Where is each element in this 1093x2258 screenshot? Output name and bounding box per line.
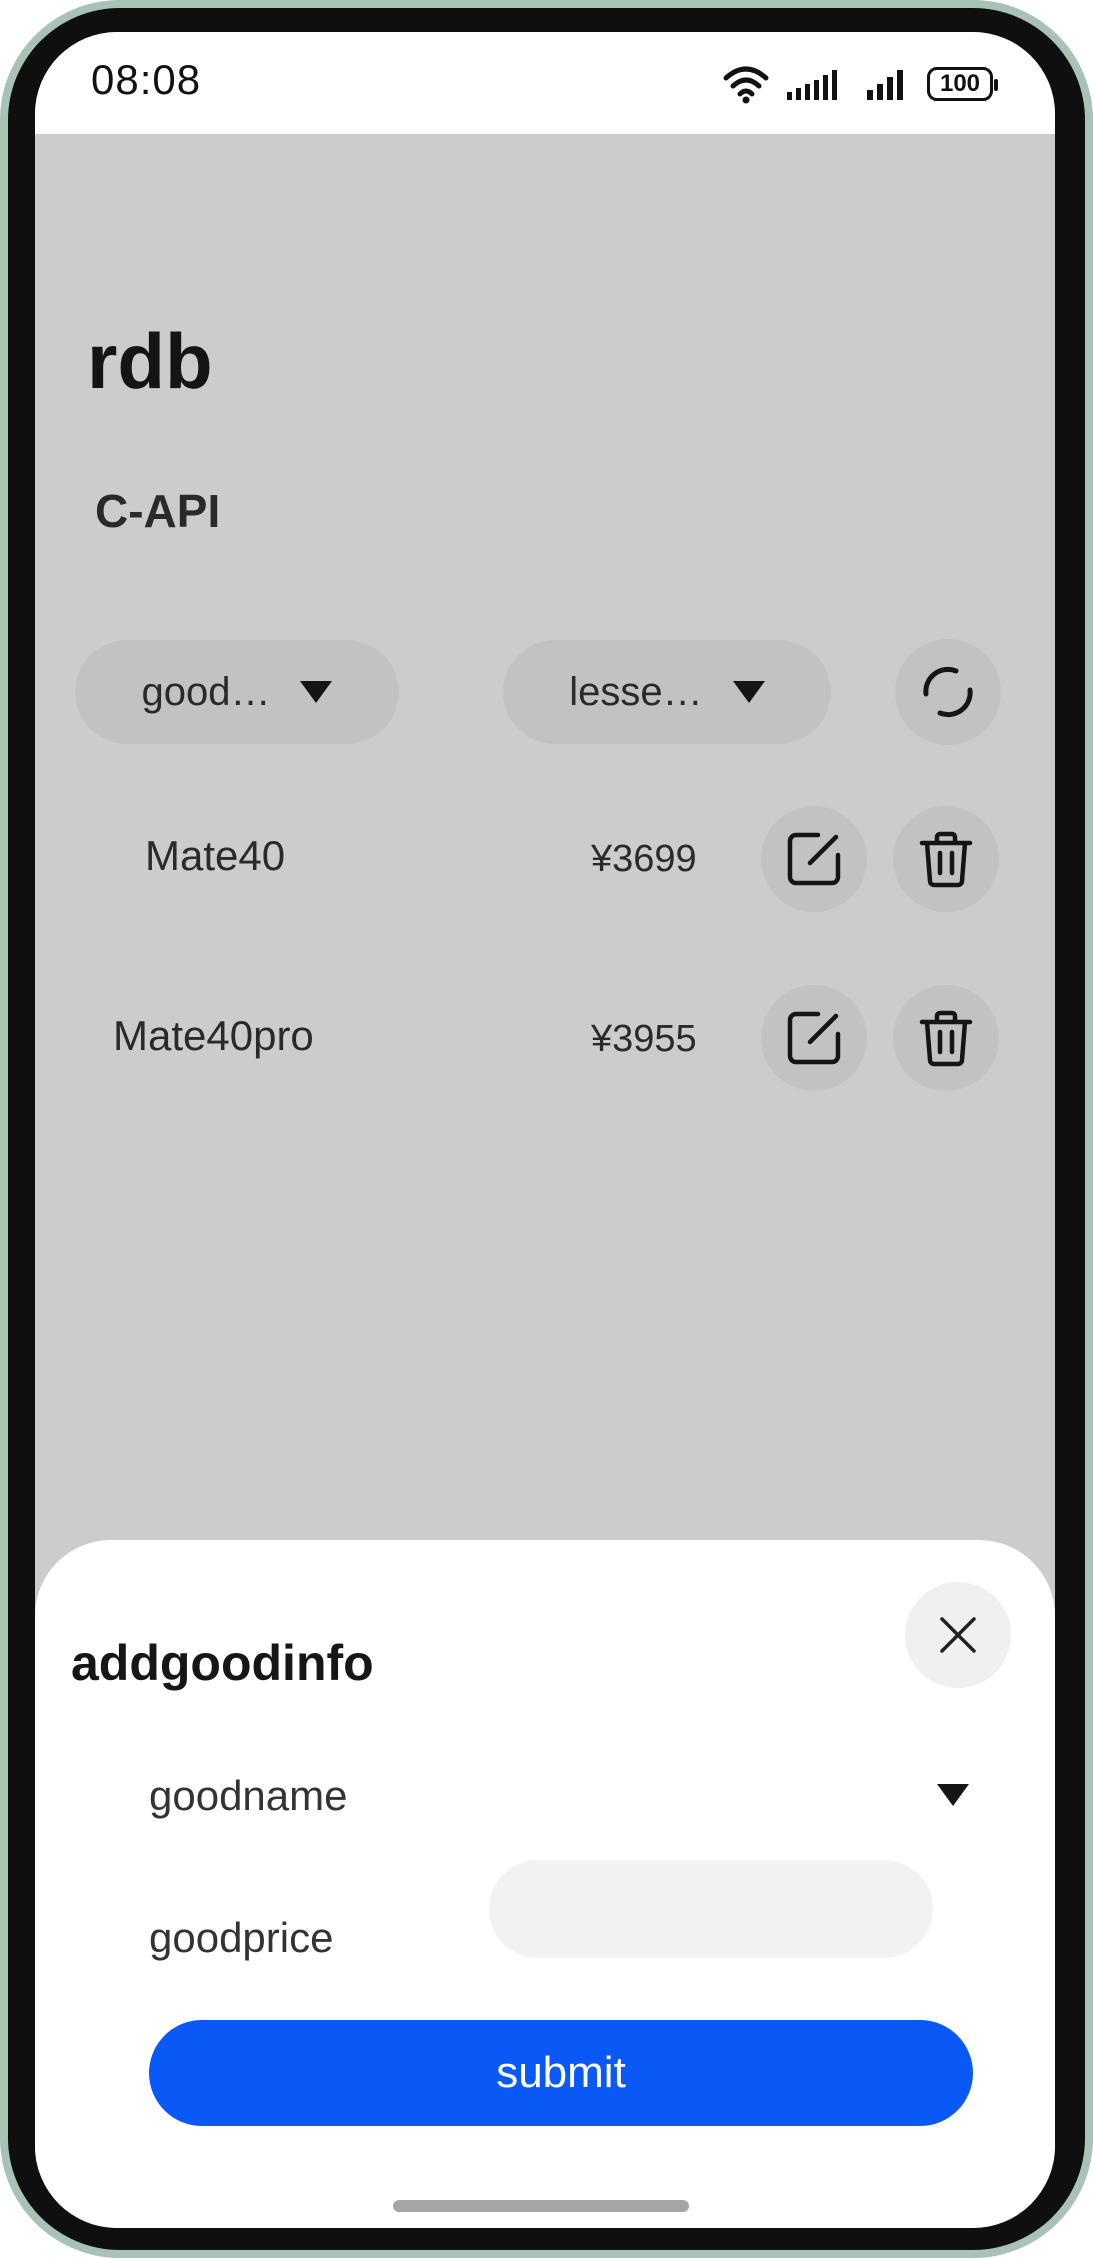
close-icon	[940, 1617, 976, 1653]
goodprice-label: goodprice	[149, 1914, 334, 1961]
trash-icon	[919, 831, 973, 888]
goodprice-input[interactable]	[489, 1860, 933, 1958]
status-icons: 100	[723, 62, 998, 106]
goodname-select[interactable]	[489, 1750, 969, 1840]
signal-icon	[787, 70, 837, 100]
page-title: rdb	[87, 317, 213, 405]
edit-icon	[787, 832, 841, 886]
battery-level: 100	[939, 70, 981, 97]
price-filter-value: lesse…	[569, 669, 703, 714]
refresh-button[interactable]	[895, 639, 1001, 745]
page-subtitle: C-API	[95, 485, 221, 537]
screen: 08:08 100 rdb C-API good… lesse… Mate40 …	[35, 32, 1055, 2228]
goods-filter-select[interactable]: good…	[75, 640, 399, 744]
delete-button[interactable]	[893, 985, 999, 1091]
edit-button[interactable]	[761, 806, 867, 912]
good-name: Mate40	[145, 832, 286, 879]
dropdown-arrow-icon	[732, 681, 765, 703]
sheet-title: addgoodinfo	[71, 1635, 374, 1691]
good-price: ¥3955	[591, 1018, 697, 1060]
delete-button[interactable]	[893, 806, 999, 912]
close-button[interactable]	[905, 1582, 1011, 1688]
goodname-label: goodname	[149, 1772, 348, 1819]
good-price: ¥3699	[591, 838, 697, 880]
good-name: Mate40pro	[113, 1012, 314, 1059]
goods-filter-value: good…	[141, 669, 271, 714]
battery-icon: 100	[927, 67, 998, 101]
trash-icon	[919, 1010, 973, 1067]
edit-button[interactable]	[761, 985, 867, 1091]
price-filter-select[interactable]: lesse…	[503, 640, 831, 744]
dropdown-arrow-icon	[937, 1784, 969, 1806]
edit-icon	[787, 1011, 841, 1065]
wifi-icon	[723, 66, 769, 104]
home-indicator[interactable]	[393, 2200, 689, 2212]
refresh-icon	[923, 666, 973, 718]
dropdown-arrow-icon	[300, 681, 333, 703]
status-bar: 08:08 100	[35, 32, 1055, 134]
submit-button[interactable]: submit	[149, 2020, 973, 2126]
signal-icon-2	[867, 70, 903, 100]
status-time: 08:08	[91, 56, 202, 103]
